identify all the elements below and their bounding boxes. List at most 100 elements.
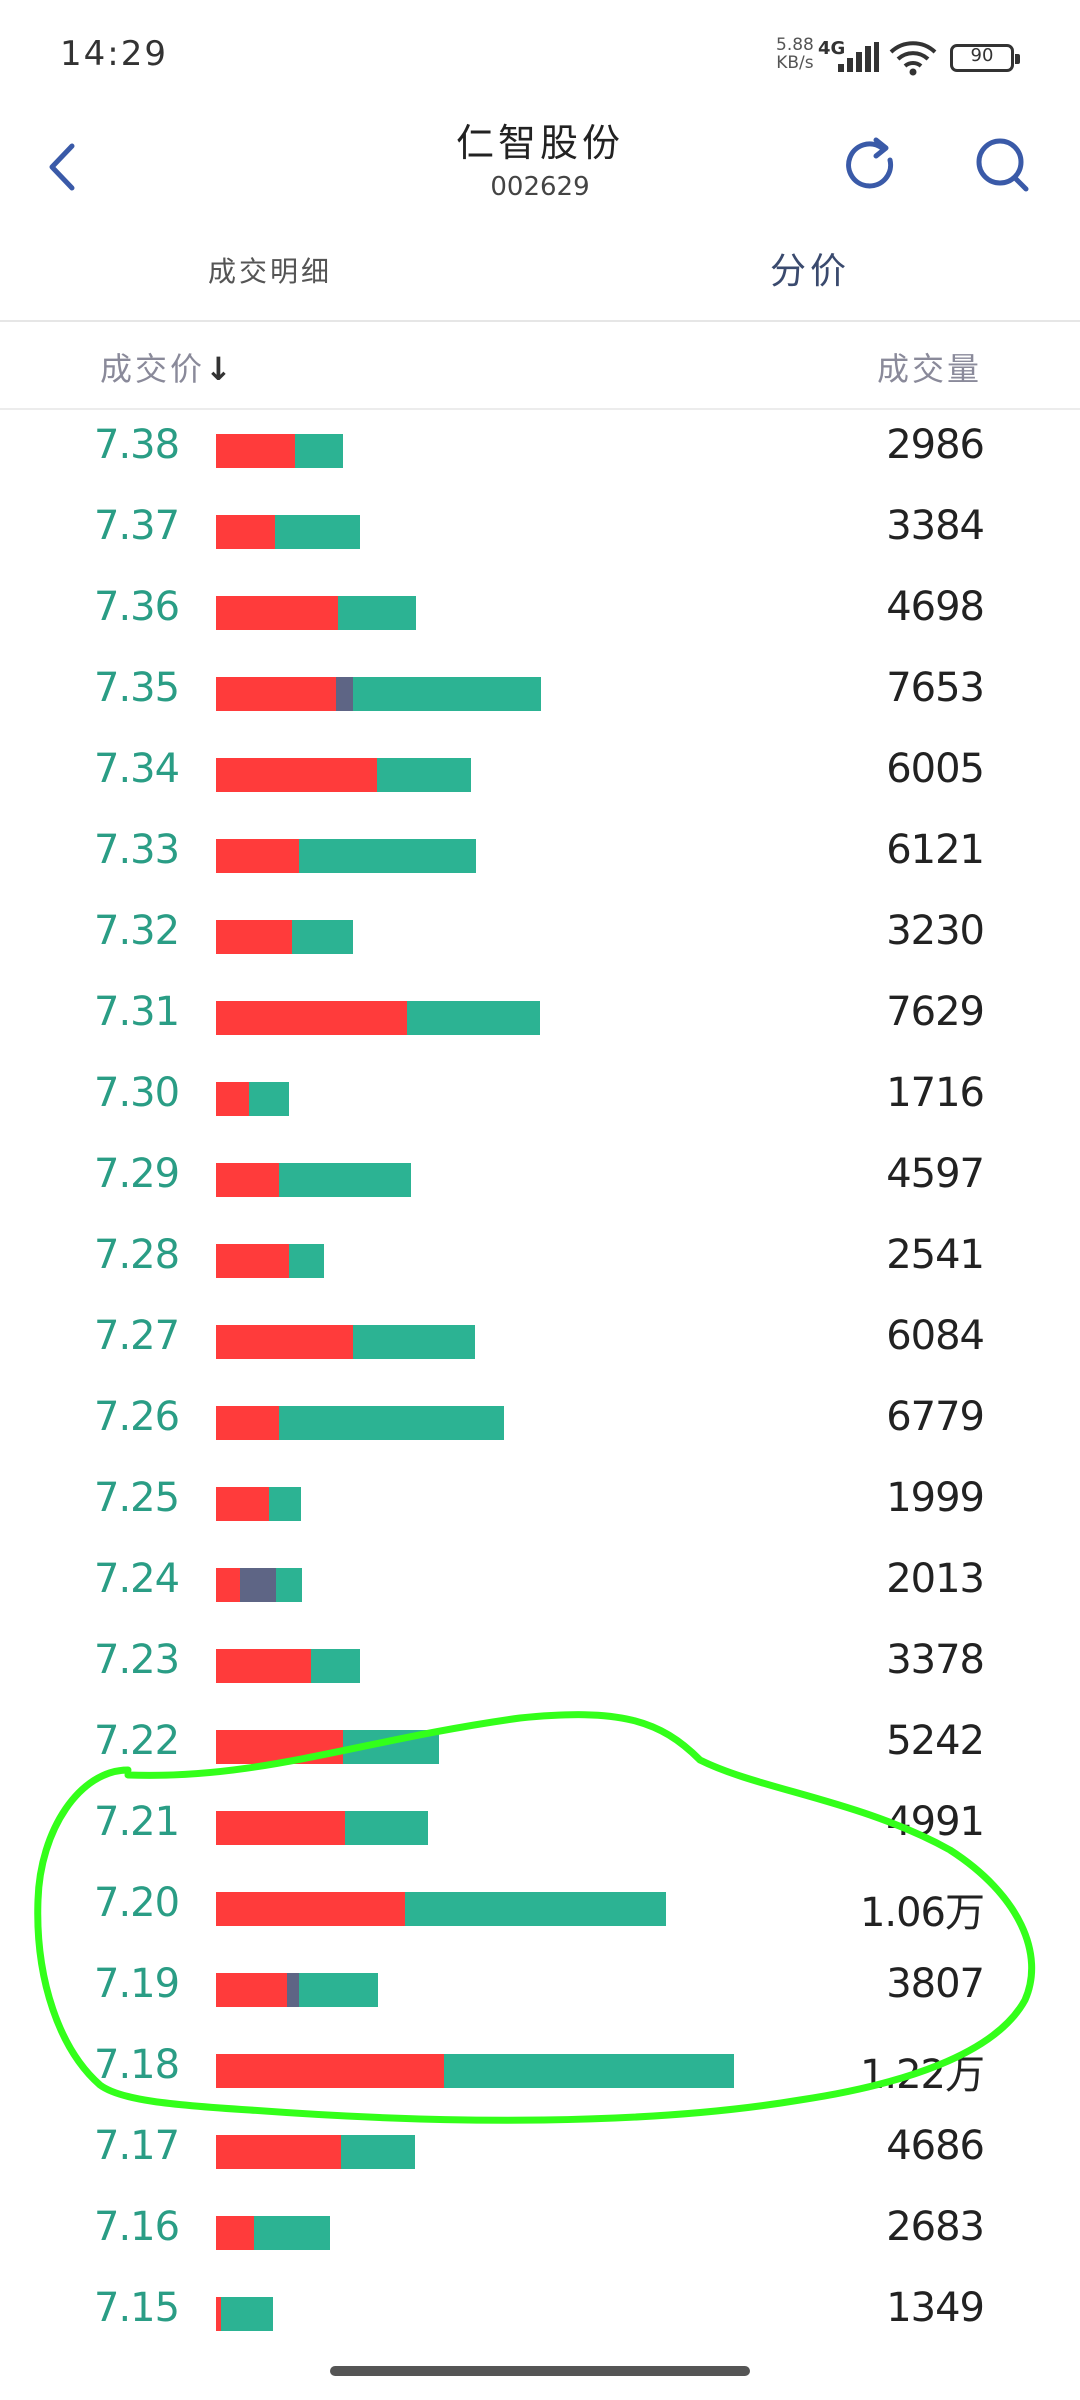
buy-volume-segment [216, 1730, 343, 1764]
price-row[interactable]: 7.20 1.06万 [0, 1868, 1080, 1949]
refresh-button[interactable] [838, 130, 904, 200]
buy-volume-segment [216, 1487, 269, 1521]
volume-value: 7629 [886, 989, 985, 1035]
volume-value: 4991 [886, 1799, 985, 1845]
price-level: 7.34 [94, 746, 180, 792]
sell-volume-segment [444, 2054, 735, 2088]
price-row[interactable]: 7.27 6084 [0, 1301, 1080, 1382]
price-column-label: 成交价 [100, 350, 206, 388]
sell-volume-segment [341, 2135, 416, 2169]
price-row[interactable]: 7.28 2541 [0, 1220, 1080, 1301]
price-level: 7.21 [94, 1799, 180, 1845]
volume-value: 1716 [886, 1070, 985, 1116]
header: 仁智股份 002629 [0, 110, 1080, 230]
price-level: 7.19 [94, 1961, 180, 2007]
status-bar: 14:29 5.88 KB/s 4G 90 [0, 0, 1080, 110]
price-level: 7.31 [94, 989, 180, 1035]
search-button[interactable] [968, 130, 1038, 200]
buy-volume-segment [216, 1001, 408, 1035]
volume-bar [216, 2297, 274, 2331]
price-row[interactable]: 7.37 3384 [0, 491, 1080, 572]
stock-name: 仁智股份 [455, 121, 624, 165]
volume-column-header: 成交量 [876, 350, 982, 388]
price-level: 7.18 [94, 2042, 180, 2088]
price-row[interactable]: 7.26 6779 [0, 1382, 1080, 1463]
buy-volume-segment [216, 1325, 354, 1359]
buy-volume-segment [216, 1163, 279, 1197]
signal-icon [838, 42, 879, 72]
price-row[interactable]: 7.38 2986 [0, 410, 1080, 491]
volume-value: 2683 [886, 2204, 985, 2250]
price-row[interactable]: 7.29 4597 [0, 1139, 1080, 1220]
sell-volume-segment [352, 677, 542, 711]
price-row[interactable]: 7.18 1.22万 [0, 2030, 1080, 2111]
price-level: 7.32 [94, 908, 180, 954]
price-row[interactable]: 7.15 1349 [0, 2273, 1080, 2354]
volume-value: 4597 [886, 1151, 985, 1197]
buy-volume-segment [216, 1649, 311, 1683]
tab-trade-detail[interactable]: 成交明细 [120, 230, 420, 320]
sell-volume-segment [405, 1892, 667, 1926]
price-level: 7.26 [94, 1394, 180, 1440]
sell-volume-segment [298, 1973, 378, 2007]
price-row[interactable]: 7.25 1999 [0, 1463, 1080, 1544]
buy-volume-segment [216, 1568, 240, 1602]
price-row[interactable]: 7.31 7629 [0, 977, 1080, 1058]
price-level: 7.25 [94, 1475, 180, 1521]
tab-price-breakdown[interactable]: 分价 [660, 230, 960, 320]
volume-value: 4686 [886, 2123, 985, 2169]
sell-volume-segment [376, 758, 472, 792]
price-row[interactable]: 7.21 4991 [0, 1787, 1080, 1868]
sell-volume-segment [278, 1163, 412, 1197]
buy-volume-segment [216, 1973, 288, 2007]
price-level: 7.15 [94, 2285, 180, 2331]
price-row[interactable]: 7.23 3378 [0, 1625, 1080, 1706]
price-row[interactable]: 7.16 2683 [0, 2192, 1080, 2273]
sell-volume-segment [291, 920, 354, 954]
volume-bar [216, 2054, 735, 2088]
price-row[interactable]: 7.34 6005 [0, 734, 1080, 815]
price-row[interactable]: 7.19 3807 [0, 1949, 1080, 2030]
volume-bar [216, 1244, 324, 1278]
sell-volume-segment [407, 1001, 541, 1035]
network-speed-value: 5.88 [776, 35, 814, 55]
buy-volume-segment [216, 1406, 280, 1440]
sell-volume-segment [310, 1649, 360, 1683]
price-level: 7.17 [94, 2123, 180, 2169]
volume-bar [216, 1163, 412, 1197]
sell-volume-segment [294, 434, 343, 468]
volume-bar [216, 1325, 475, 1359]
volume-bar [216, 2216, 331, 2250]
price-row[interactable]: 7.22 5242 [0, 1706, 1080, 1787]
battery-level: 90 [970, 45, 994, 66]
home-indicator[interactable] [330, 2366, 750, 2376]
price-row[interactable]: 7.35 7653 [0, 653, 1080, 734]
volume-value: 2013 [886, 1556, 985, 1602]
sell-volume-segment [274, 515, 360, 549]
price-row[interactable]: 7.30 1716 [0, 1058, 1080, 1139]
buy-volume-segment [216, 2054, 445, 2088]
sell-volume-segment [253, 2216, 331, 2250]
neutral-volume-segment [336, 677, 353, 711]
volume-value: 6084 [886, 1313, 985, 1359]
neutral-volume-segment [239, 1568, 276, 1602]
volume-value: 3230 [886, 908, 985, 954]
network-speed-unit: KB/s [776, 53, 814, 73]
price-level: 7.33 [94, 827, 180, 873]
volume-bar [216, 758, 472, 792]
volume-value: 3384 [886, 503, 985, 549]
price-row[interactable]: 7.33 6121 [0, 815, 1080, 896]
price-level: 7.38 [94, 422, 180, 468]
refresh-icon [846, 137, 894, 189]
buy-volume-segment [216, 1892, 406, 1926]
buy-volume-segment [216, 1811, 346, 1845]
sell-volume-segment [337, 596, 416, 630]
price-level: 7.16 [94, 2204, 180, 2250]
price-row[interactable]: 7.36 4698 [0, 572, 1080, 653]
price-column-header[interactable]: 成交价↓ [100, 344, 235, 390]
price-row[interactable]: 7.24 2013 [0, 1544, 1080, 1625]
volume-bar [216, 1892, 667, 1926]
price-row[interactable]: 7.17 4686 [0, 2111, 1080, 2192]
volume-value: 4698 [886, 584, 985, 630]
price-row[interactable]: 7.32 3230 [0, 896, 1080, 977]
